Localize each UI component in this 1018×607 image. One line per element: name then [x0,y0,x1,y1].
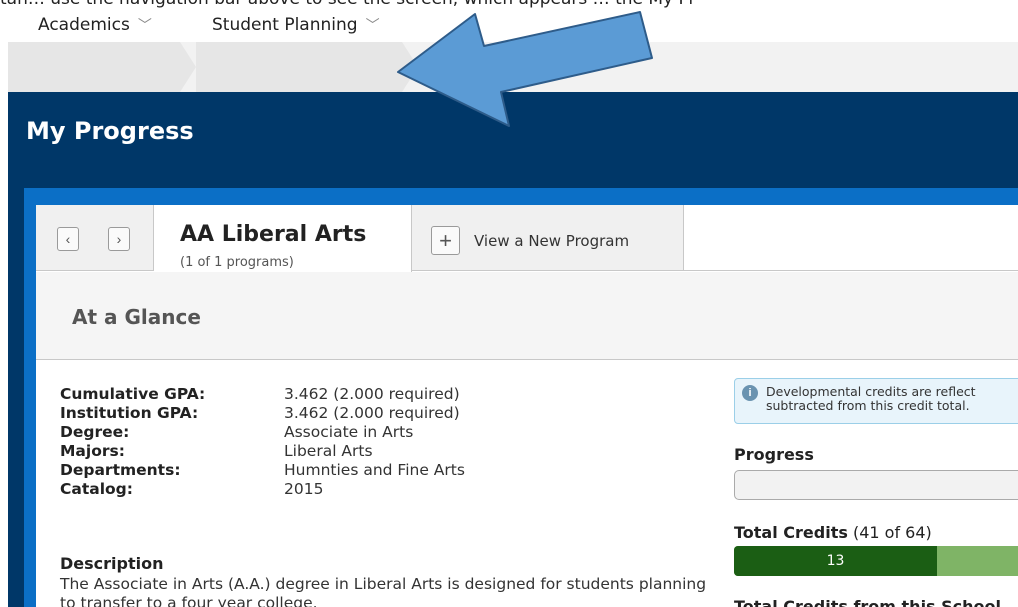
total-credits-label: Total Credits (41 of 64) [734,523,932,542]
program-count: (1 of 1 programs) [180,255,294,270]
at-a-glance-title: At a Glance [72,305,201,329]
detail-value: 3.462 (2.000 required) [284,385,460,403]
total-credits-completed-segment: 13 [734,546,937,576]
next-program-button[interactable]: › [108,227,130,251]
detail-row: Degree: Associate in Arts [60,423,465,442]
description-heading: Description [60,554,164,573]
progress-bar [734,470,1018,500]
total-credits-bar: 13 [734,546,1018,576]
total-credits-school-label: Total Credits from this School [734,597,1002,607]
info-notice-line: subtracted from this credit total. [766,398,970,413]
detail-row: Cumulative GPA: 3.462 (2.000 required) [60,385,465,404]
detail-value: 2015 [284,480,324,498]
view-new-program-label[interactable]: View a New Program [474,232,629,250]
detail-row: Departments: Humnties and Fine Arts [60,461,465,480]
info-notice-text: Developmental credits are reflect subtra… [766,385,976,413]
breadcrumb-item-academics[interactable]: Academics ﹀ [38,0,152,50]
detail-row: Majors: Liberal Arts [60,442,465,461]
breadcrumb-separator [180,42,196,92]
breadcrumb-item-student-planning[interactable]: Student Planning ﹀ [212,0,380,50]
detail-label: Catalog: [60,480,133,498]
breadcrumb-item-label: Student Planning [212,15,358,35]
detail-label: Majors: [60,442,125,460]
document-caption-text: tan… use the navigation bar above to see… [0,0,1018,11]
program-name: AA Liberal Arts [180,222,367,247]
chevron-left-icon: ‹ [65,231,71,247]
breadcrumb-separator [402,42,418,92]
progress-label: Progress [734,445,814,464]
total-credits-title: Total Credits [734,523,848,542]
breadcrumb-item-label: Academics [38,15,130,35]
detail-label: Degree: [60,423,130,441]
detail-value: 3.462 (2.000 required) [284,404,460,422]
page-title: My Progress [26,117,194,145]
info-icon: i [742,385,758,401]
chevron-down-icon: ﹀ [137,18,152,34]
detail-value: Humnties and Fine Arts [284,461,465,479]
info-notice-line: Developmental credits are reflect [766,384,976,399]
detail-label: Departments: [60,461,181,479]
detail-label: Cumulative GPA: [60,385,206,403]
detail-value: Liberal Arts [284,442,373,460]
detail-row: Catalog: 2015 [60,480,465,499]
program-details: Cumulative GPA: 3.462 (2.000 required) I… [60,385,465,499]
description-text: The Associate in Arts (A.A.) degree in L… [60,575,707,607]
chevron-down-icon: ﹀ [365,18,380,34]
total-credits-count: (41 of 64) [852,523,932,542]
plus-icon[interactable]: + [431,226,460,255]
detail-label: Institution GPA: [60,404,199,422]
detail-value: Associate in Arts [284,423,414,441]
detail-row: Institution GPA: 3.462 (2.000 required) [60,404,465,423]
program-nav-group [36,205,154,271]
chevron-right-icon: › [116,231,122,247]
previous-program-button[interactable]: ‹ [57,227,79,251]
